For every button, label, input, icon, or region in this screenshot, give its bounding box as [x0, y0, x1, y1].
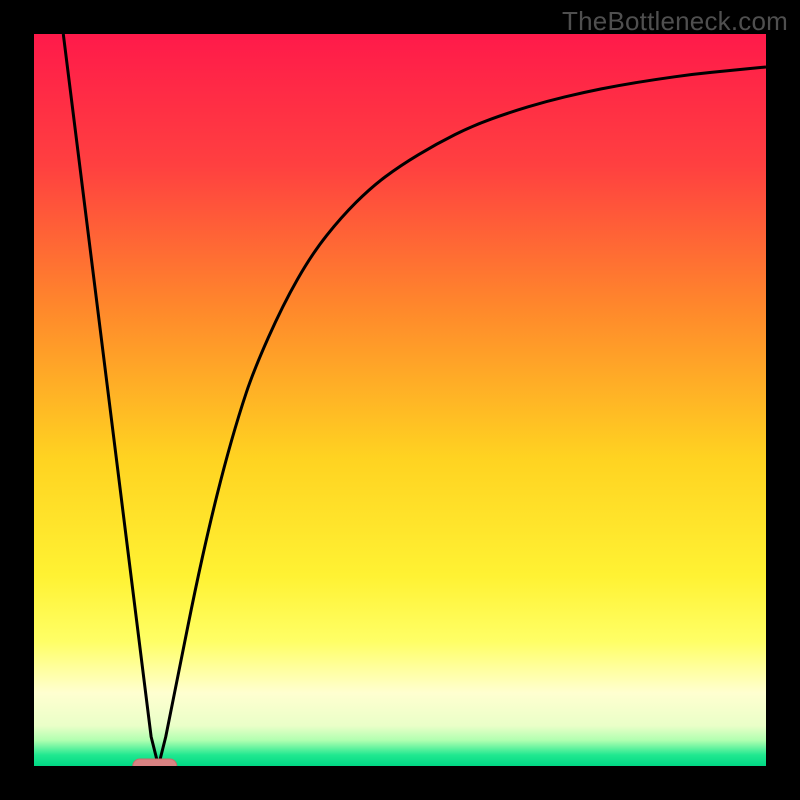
gradient-background	[34, 34, 766, 766]
chart-frame: TheBottleneck.com	[0, 0, 800, 800]
chart-svg	[34, 34, 766, 766]
plot-area	[34, 34, 766, 766]
optimal-point-marker	[133, 759, 177, 766]
watermark-text: TheBottleneck.com	[562, 6, 788, 37]
